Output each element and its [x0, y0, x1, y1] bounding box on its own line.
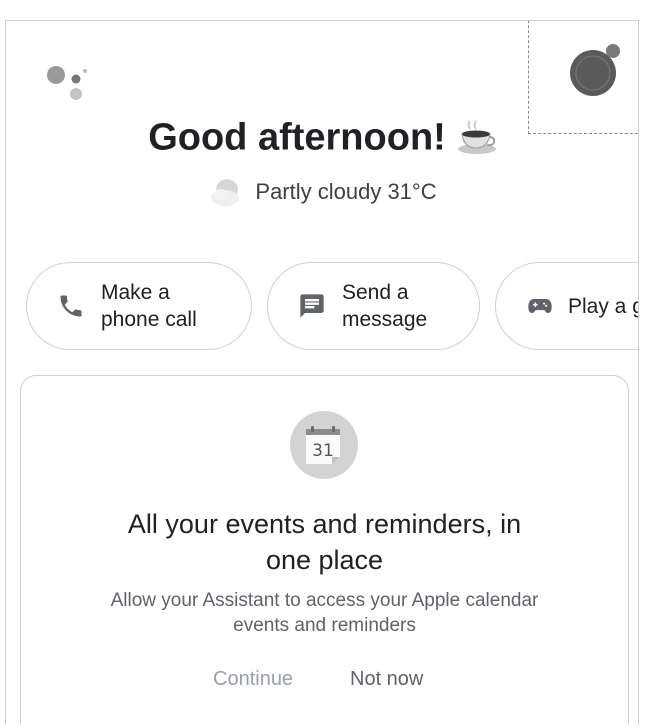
- greeting: Good afternoon!: [6, 115, 638, 159]
- calendar-icon: 31: [290, 411, 358, 479]
- phone-icon: [60, 295, 82, 317]
- greeting-text: Good afternoon!: [148, 116, 446, 159]
- card-description: Allow your Assistant to access your Appl…: [110, 590, 539, 636]
- chip-label: Play a game: [568, 294, 638, 318]
- partly-cloudy-icon: [211, 179, 240, 206]
- assistant-panel: Good afternoon! Partly cloudy 31°C Make …: [5, 20, 639, 725]
- weather-text: Partly cloudy 31°C: [255, 179, 437, 204]
- continue-button[interactable]: Continue: [207, 664, 299, 695]
- gamepad-icon: [528, 299, 552, 313]
- calendar-permission-card: 31 All your events and reminders, in one…: [20, 375, 629, 725]
- chip-label: Send a message: [342, 281, 428, 331]
- suggestion-chip-make-call[interactable]: Make a phone call: [26, 262, 252, 350]
- weather-summary: Partly cloudy 31°C: [6, 176, 638, 208]
- chip-label: Make a phone call: [101, 281, 197, 331]
- card-title: All your events and reminders, in one pl…: [127, 509, 522, 575]
- profile-avatar-icon: [570, 44, 620, 96]
- calendar-day-number: 31: [312, 441, 334, 461]
- message-icon: [300, 294, 324, 318]
- google-assistant-logo-icon: [47, 66, 87, 100]
- suggestion-chip-send-message[interactable]: Send a message: [267, 262, 480, 350]
- suggestion-chip-play-game[interactable]: Play a game: [495, 262, 638, 350]
- not-now-button[interactable]: Not now: [344, 664, 429, 695]
- coffee-cup-icon: [457, 120, 496, 154]
